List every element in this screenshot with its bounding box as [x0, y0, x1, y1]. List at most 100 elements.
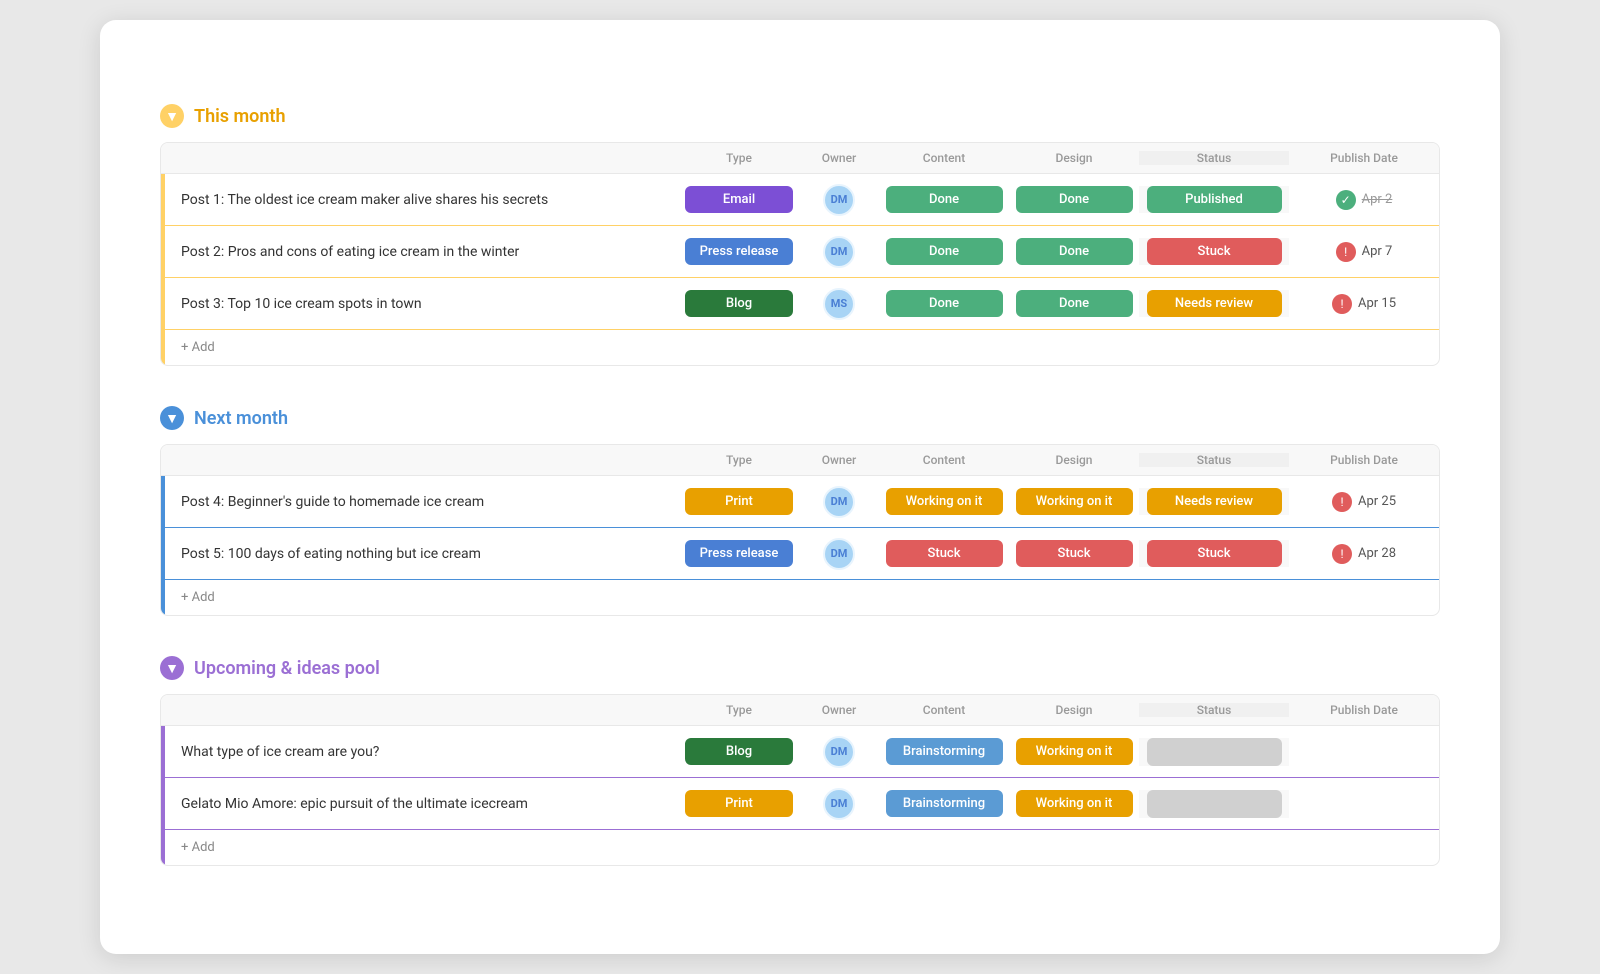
warn-icon: !: [1332, 492, 1352, 512]
type-cell: Print: [679, 488, 799, 515]
add-row[interactable]: + Add: [161, 330, 1439, 365]
col-design: Design: [1009, 151, 1139, 165]
type-cell: Blog: [679, 738, 799, 765]
col-publish-date: Publish Date: [1289, 703, 1439, 717]
column-headers: TypeOwnerContentDesignStatusPublish Date: [161, 695, 1439, 726]
column-headers: TypeOwnerContentDesignStatusPublish Date: [161, 445, 1439, 476]
row-title: Post 1: The oldest ice cream maker alive…: [165, 180, 679, 220]
avatar: DM: [823, 236, 855, 268]
badge-stuck: Stuck: [886, 540, 1003, 567]
design-cell: Done: [1009, 290, 1139, 317]
table-next-month: TypeOwnerContentDesignStatusPublish Date…: [160, 444, 1440, 616]
table-row: Post 5: 100 days of eating nothing but i…: [161, 528, 1439, 580]
col-owner: Owner: [799, 151, 879, 165]
check-icon: ✓: [1336, 190, 1356, 210]
section-title-this-month: This month: [194, 106, 286, 127]
publish-date-cell: ! Apr 28: [1289, 544, 1439, 564]
section-icon-this-month: ▼: [160, 104, 184, 128]
section-upcoming: ▼ Upcoming & ideas pool TypeOwnerContent…: [160, 656, 1440, 866]
avatar: DM: [823, 538, 855, 570]
date-text: Apr 25: [1358, 494, 1396, 509]
table-upcoming: TypeOwnerContentDesignStatusPublish Date…: [160, 694, 1440, 866]
col-post: [161, 453, 679, 467]
badge-needs-review: Needs review: [1147, 290, 1282, 317]
section-title-upcoming: Upcoming & ideas pool: [194, 658, 380, 679]
type-cell: Print: [679, 790, 799, 817]
section-title-next-month: Next month: [194, 408, 288, 429]
table-row: Post 1: The oldest ice cream maker alive…: [161, 174, 1439, 226]
badge-done: Done: [1016, 290, 1133, 317]
badge-working: Working on it: [886, 488, 1003, 515]
warn-icon: !: [1336, 242, 1356, 262]
owner-cell: MS: [799, 288, 879, 320]
badge-brainstorming: Brainstorming: [886, 738, 1003, 765]
type-cell: Blog: [679, 290, 799, 317]
badge-print: Print: [685, 790, 793, 817]
section-icon-next-month: ▼: [160, 406, 184, 430]
section-this-month: ▼ This month TypeOwnerContentDesignStatu…: [160, 104, 1440, 366]
badge-done: Done: [1016, 238, 1133, 265]
col-status: Status: [1139, 151, 1289, 165]
col-publish-date: Publish Date: [1289, 453, 1439, 467]
row-title: What type of ice cream are you?: [165, 732, 679, 772]
badge-print: Print: [685, 488, 793, 515]
avatar: DM: [823, 184, 855, 216]
col-type: Type: [679, 453, 799, 467]
badge-done: Done: [886, 238, 1003, 265]
badge-press-release: Press release: [685, 238, 793, 265]
badge-working: Working on it: [1016, 790, 1133, 817]
publish-date: ! Apr 28: [1289, 544, 1439, 564]
col-content: Content: [879, 703, 1009, 717]
col-post: [161, 703, 679, 717]
col-content: Content: [879, 151, 1009, 165]
publish-date: !Apr 15: [1289, 294, 1439, 314]
publish-date-cell: ! Apr 7: [1289, 242, 1439, 262]
badge-stuck: Stuck: [1147, 238, 1282, 265]
date-text: Apr 7: [1362, 244, 1393, 259]
add-row[interactable]: + Add: [161, 580, 1439, 615]
badge-brainstorming: Brainstorming: [886, 790, 1003, 817]
col-owner: Owner: [799, 703, 879, 717]
warn-icon: !: [1332, 294, 1352, 314]
col-publish-date: Publish Date: [1289, 151, 1439, 165]
row-title: Gelato Mio Amore: epic pursuit of the ul…: [165, 784, 679, 824]
content-cell: Stuck: [879, 540, 1009, 567]
badge-needs-review: Needs review: [1147, 488, 1282, 515]
badge-done: Done: [1016, 186, 1133, 213]
design-cell: Working on it: [1009, 790, 1139, 817]
table-row: What type of ice cream are you? Blog DM …: [161, 726, 1439, 778]
owner-cell: DM: [799, 486, 879, 518]
owner-cell: DM: [799, 184, 879, 216]
publish-date: ! Apr 25: [1289, 492, 1439, 512]
status-cell: Stuck: [1139, 238, 1289, 265]
content-cell: Brainstorming: [879, 790, 1009, 817]
col-status: Status: [1139, 453, 1289, 467]
col-type: Type: [679, 151, 799, 165]
content-cell: Done: [879, 238, 1009, 265]
avatar: DM: [823, 486, 855, 518]
add-row[interactable]: + Add: [161, 830, 1439, 865]
badge-published: Published: [1147, 186, 1282, 213]
publish-date-cell: ✓Apr 2: [1289, 190, 1439, 210]
warn-icon: !: [1332, 544, 1352, 564]
owner-cell: DM: [799, 538, 879, 570]
date-text: Apr 28: [1358, 546, 1396, 561]
design-cell: Done: [1009, 186, 1139, 213]
status-cell: Stuck: [1139, 540, 1289, 567]
type-cell: Press release: [679, 238, 799, 265]
publish-date: ✓Apr 2: [1289, 190, 1439, 210]
table-row: Post 4: Beginner's guide to homemade ice…: [161, 476, 1439, 528]
type-cell: Press release: [679, 540, 799, 567]
design-cell: Working on it: [1009, 738, 1139, 765]
owner-cell: DM: [799, 236, 879, 268]
row-title: Post 3: Top 10 ice cream spots in town: [165, 284, 679, 324]
avatar: DM: [823, 736, 855, 768]
badge-done: Done: [886, 186, 1003, 213]
col-type: Type: [679, 703, 799, 717]
status-cell: [1139, 790, 1289, 818]
status-cell: Needs review: [1139, 488, 1289, 515]
table-row: Post 3: Top 10 ice cream spots in town B…: [161, 278, 1439, 330]
row-title: Post 4: Beginner's guide to homemade ice…: [165, 482, 679, 522]
status-cell: Published: [1139, 186, 1289, 213]
design-cell: Stuck: [1009, 540, 1139, 567]
